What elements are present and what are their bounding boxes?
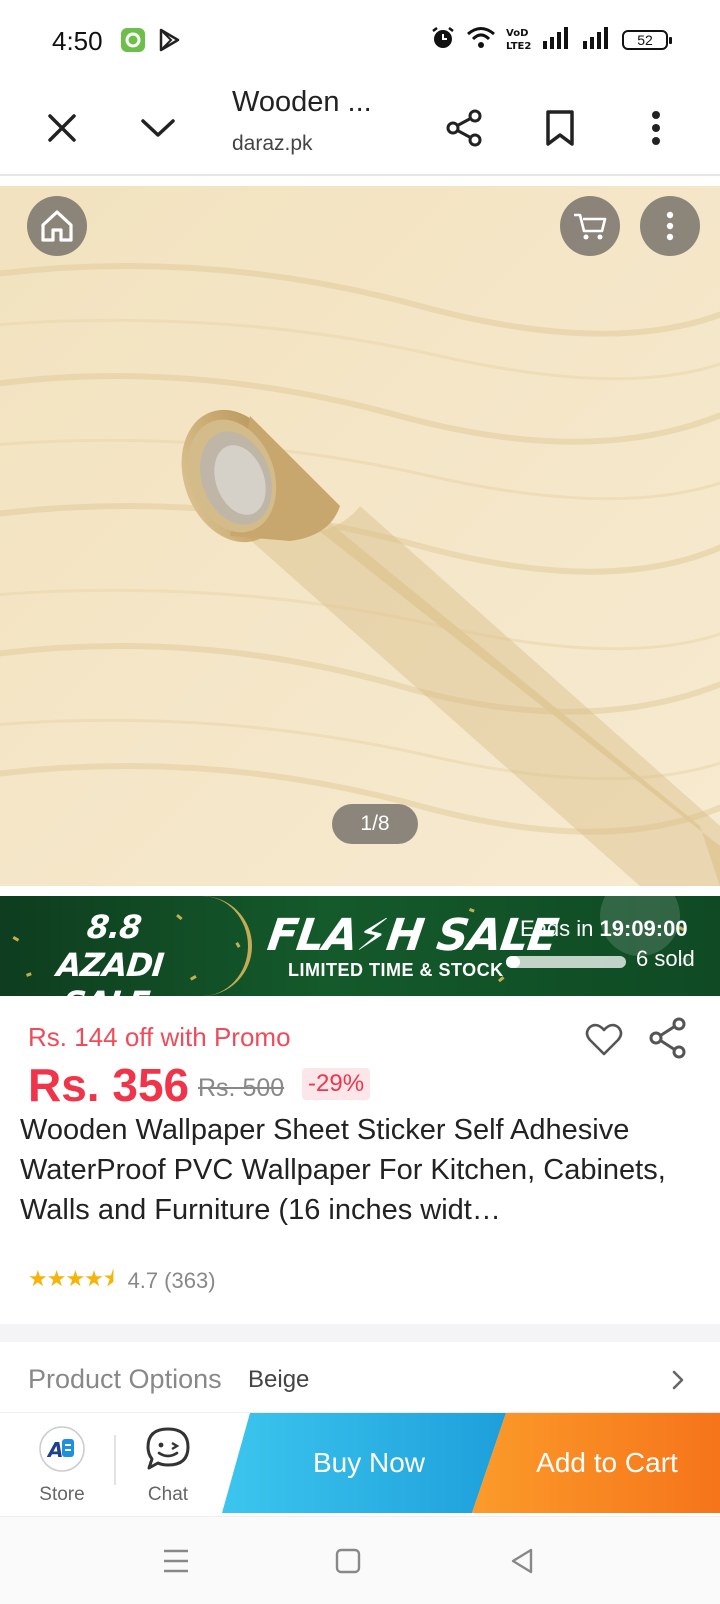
svg-text:LTE2: LTE2 (506, 41, 531, 51)
store-label: Store (39, 1484, 85, 1505)
chat-label: Chat (147, 1484, 189, 1505)
action-divider (114, 1435, 116, 1485)
product-price: Rs. 356 (28, 1059, 190, 1111)
store-button[interactable]: A Store (22, 1425, 102, 1506)
alarm-icon (430, 25, 456, 56)
bookmark-icon[interactable] (528, 96, 592, 160)
play-store-icon (156, 27, 182, 53)
svg-text:A: A (46, 1438, 63, 1462)
chevron-down-icon[interactable] (126, 96, 190, 160)
section-divider (0, 1324, 720, 1342)
sold-progress-fill (506, 956, 521, 968)
recent-apps-icon[interactable] (158, 1543, 194, 1579)
discount-badge: -29% (302, 1068, 371, 1100)
flash-sale-banner[interactable]: 8.8 AZADI SALE FLA⚡H SALE LIMITED TIME &… (0, 896, 720, 996)
page-url[interactable]: daraz.pk (232, 132, 313, 156)
add-to-cart-button[interactable]: Add to Cart (472, 1413, 720, 1513)
promo-text[interactable]: Rs. 144 off with Promo (28, 1022, 291, 1053)
product-options-label: Product Options (28, 1364, 222, 1394)
status-icons: VoD LTE2 52 (430, 24, 672, 56)
product-share-icon[interactable] (648, 1016, 688, 1060)
countdown-label: Ends in (520, 916, 594, 941)
image-counter: 1/8 (332, 804, 418, 844)
campaign-line-1: 8.8 AZADI (54, 908, 166, 984)
sold-count: 6 sold (636, 946, 695, 971)
system-navigation-bar (0, 1516, 720, 1604)
home-nav-icon[interactable] (330, 1543, 366, 1579)
share-icon[interactable] (432, 96, 496, 160)
product-image-gallery[interactable]: 1/8 (0, 186, 720, 886)
cart-icon[interactable] (560, 196, 620, 256)
flash-sale-countdown: Ends in 19:09:00 (520, 916, 688, 942)
close-icon[interactable] (30, 96, 94, 160)
rating-count: (363) (164, 1268, 216, 1293)
buy-now-button[interactable]: Buy Now (222, 1413, 506, 1513)
campaign-line-2: SALE (34, 984, 178, 996)
page-title[interactable]: Wooden ... (232, 86, 372, 119)
battery-icon: 52 (622, 30, 672, 50)
original-price: Rs. 500 (198, 1074, 285, 1102)
rating-value: 4.7 (127, 1268, 159, 1293)
flash-sale-title: FLA⚡H SALE (264, 910, 561, 961)
bottom-action-bar: A Store Chat Buy Now Add to Cart (0, 1412, 720, 1516)
chat-button[interactable]: Chat (128, 1425, 208, 1506)
more-options-icon[interactable] (624, 96, 688, 160)
product-info: Rs. 144 off with Promo Rs. 356 Rs. 500 -… (0, 996, 720, 1324)
volte-icon: VoD LTE2 (506, 25, 532, 56)
more-icon[interactable] (640, 196, 700, 256)
product-rating[interactable]: ★★★★⯨ 4.7 (363) (28, 1262, 216, 1300)
signal-1-icon (542, 26, 572, 54)
home-icon[interactable] (27, 196, 87, 256)
rating-stars: ★★★★⯨ (28, 1266, 115, 1291)
chevron-right-icon (668, 1368, 688, 1392)
status-bar: 4:50 VoD LTE2 52 (0, 0, 720, 80)
product-title[interactable]: Wooden Wallpaper Sheet Sticker Self Adhe… (20, 1110, 700, 1230)
browser-toolbar: Wooden ... daraz.pk (0, 80, 720, 176)
signal-2-icon (582, 26, 612, 54)
product-options-row[interactable]: Product Options Beige (0, 1342, 720, 1412)
campaign-logo: 8.8 AZADI SALE (34, 908, 186, 996)
product-image (0, 186, 720, 886)
store-logo-icon: A (39, 1426, 85, 1472)
app-notification-icon (120, 27, 146, 53)
sold-progress-bar (506, 956, 626, 968)
product-options-value: Beige (248, 1366, 310, 1393)
chat-icon (146, 1427, 190, 1470)
countdown-time: 19:09:00 (599, 916, 688, 941)
status-time: 4:50 (52, 26, 103, 56)
wishlist-heart-icon[interactable] (584, 1020, 624, 1060)
flash-sale-subtitle: LIMITED TIME & STOCK (288, 960, 504, 980)
back-nav-icon[interactable] (504, 1543, 540, 1579)
svg-text:VoD: VoD (506, 28, 528, 39)
wifi-icon (466, 26, 496, 55)
